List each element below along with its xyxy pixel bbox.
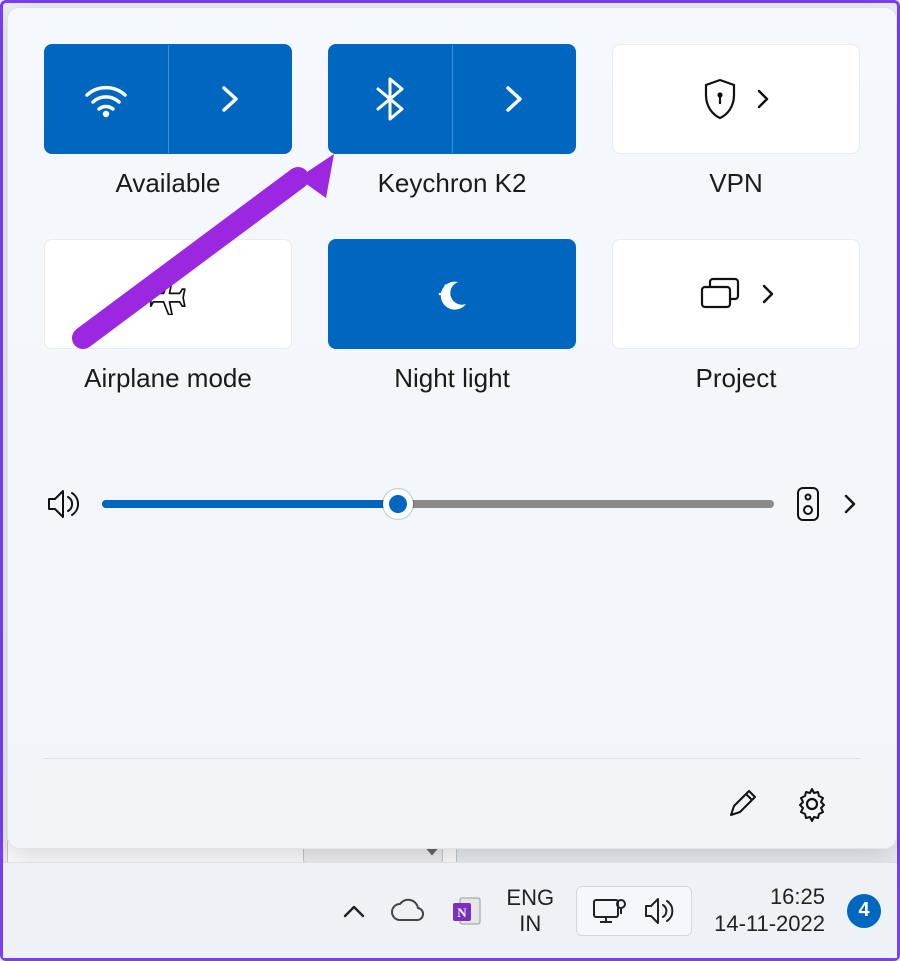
language-bottom: IN [506, 911, 554, 936]
quick-settings-panel: Available Keychron K2 [7, 7, 897, 849]
time-text: 16:25 [714, 884, 825, 910]
language-indicator[interactable]: ENG IN [506, 885, 554, 936]
wifi-more-button[interactable] [169, 45, 292, 153]
project-label: Project [696, 363, 777, 394]
vpn-label: VPN [709, 168, 762, 199]
volume-thumb[interactable] [383, 489, 413, 519]
bluetooth-icon [374, 76, 406, 122]
chevron-right-icon [842, 493, 858, 515]
chevron-right-icon [503, 84, 525, 114]
date-text: 14-11-2022 [714, 911, 825, 937]
onenote-tray-icon[interactable]: N [450, 894, 484, 928]
night-light-label: Night light [394, 363, 510, 394]
onenote-icon: N [450, 894, 484, 928]
project-tile[interactable] [612, 239, 860, 349]
chevron-right-icon [760, 283, 776, 305]
bluetooth-toggle[interactable] [329, 45, 453, 153]
system-tray-group[interactable] [576, 886, 692, 936]
shield-icon [701, 77, 739, 121]
cloud-icon [388, 898, 428, 924]
bluetooth-more-button[interactable] [453, 45, 576, 153]
quick-settings-footer [44, 758, 860, 848]
network-icon [591, 895, 629, 927]
quick-settings-tiles: Available Keychron K2 [44, 44, 860, 394]
svg-text:N: N [458, 905, 468, 920]
bluetooth-tile[interactable] [328, 44, 576, 154]
chevron-right-icon [755, 88, 771, 110]
gear-icon [794, 786, 830, 822]
speaker-icon[interactable] [46, 487, 82, 521]
language-top: ENG [506, 885, 554, 910]
volume-slider[interactable] [102, 486, 774, 522]
onedrive-tray-icon[interactable] [388, 898, 428, 924]
taskbar: N ENG IN 16:25 14-11-2022 4 [3, 862, 897, 958]
chevron-right-icon [219, 84, 241, 114]
notification-count-badge[interactable]: 4 [847, 894, 881, 928]
volume-row [44, 484, 860, 524]
tray-overflow-button[interactable] [342, 903, 366, 919]
night-light-tile[interactable] [328, 239, 576, 349]
wifi-toggle[interactable] [45, 45, 169, 153]
taskbar-clock[interactable]: 16:25 14-11-2022 [714, 884, 825, 937]
project-icon [696, 275, 744, 313]
wifi-label: Available [115, 168, 220, 199]
audio-more-button[interactable] [842, 493, 858, 515]
settings-button[interactable] [790, 782, 834, 826]
wifi-tile[interactable] [44, 44, 292, 154]
volume-fill [102, 500, 398, 508]
pencil-icon [725, 787, 759, 821]
edit-quick-settings-button[interactable] [720, 782, 764, 826]
night-light-icon [430, 274, 474, 314]
airplane-icon [144, 273, 192, 315]
wifi-icon [81, 79, 131, 119]
audio-output-button[interactable] [794, 484, 822, 524]
vpn-tile[interactable] [612, 44, 860, 154]
chevron-up-icon [342, 903, 366, 919]
airplane-mode-label: Airplane mode [84, 363, 252, 394]
airplane-mode-tile[interactable] [44, 239, 292, 349]
bluetooth-label: Keychron K2 [378, 168, 527, 199]
volume-icon [643, 896, 677, 926]
